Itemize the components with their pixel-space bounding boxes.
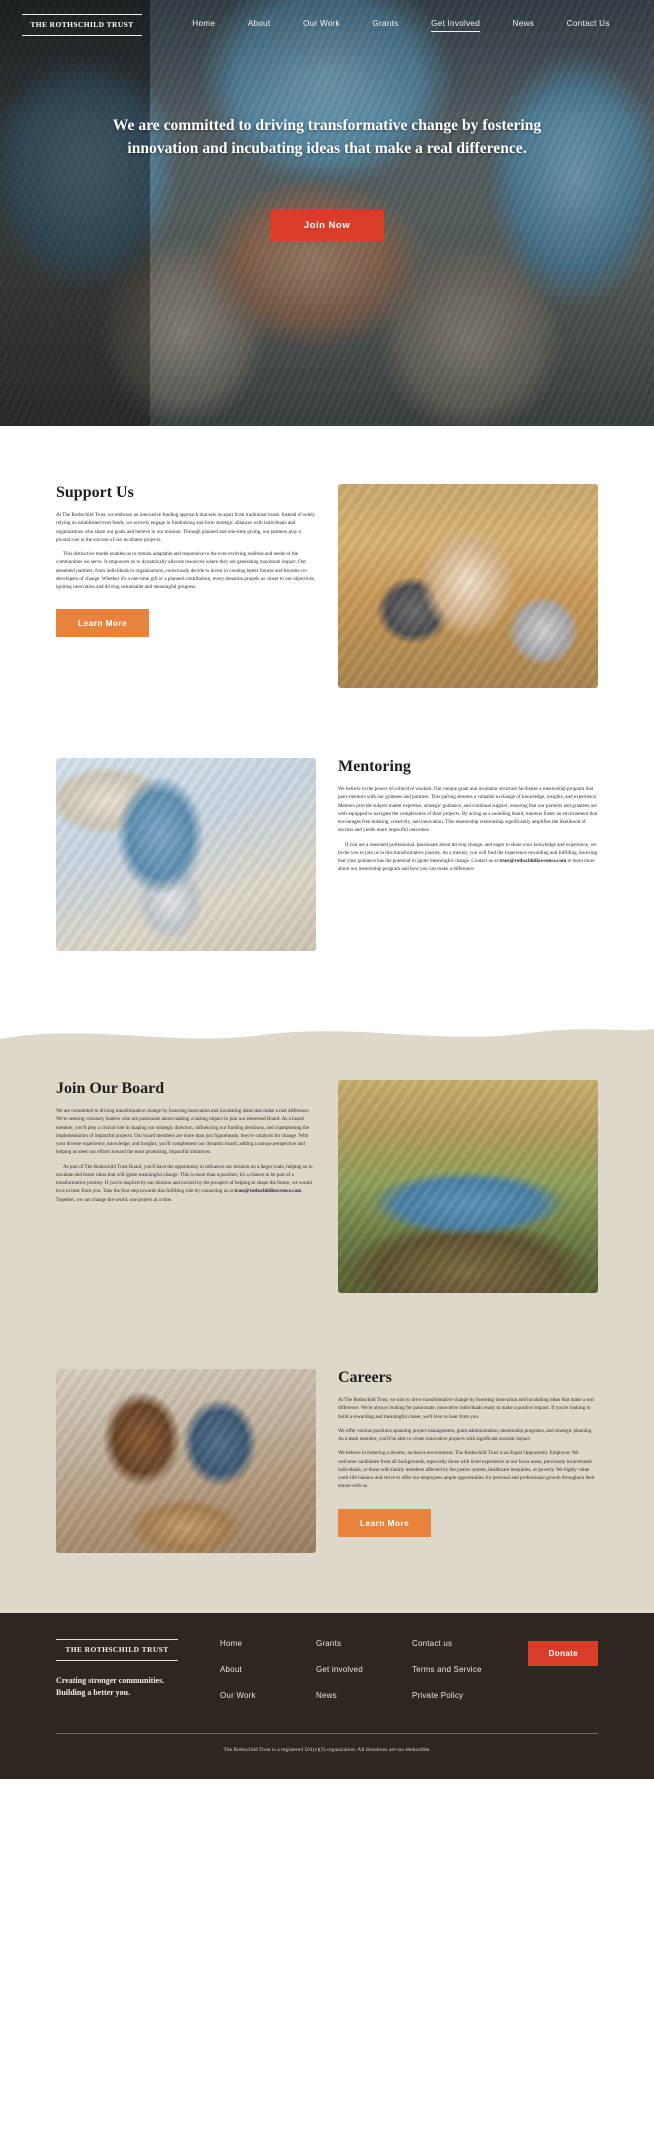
mentoring-row: Mentoring We believe in the power of col… <box>0 758 654 951</box>
support-us-row: Support Us At The Rothschild Trust, we e… <box>0 484 654 688</box>
footer-link-terms-and-service[interactable]: Terms and Service <box>412 1665 508 1674</box>
footer-brand: THE ROTHSCHILD TRUST Creating stronger c… <box>56 1639 206 1699</box>
support-us-paragraph-1: At The Rothschild Trust, we embrace an i… <box>56 512 316 543</box>
hero-copy: We are committed to driving transformati… <box>0 114 654 242</box>
support-learn-more-button[interactable]: Learn More <box>56 609 150 638</box>
mentoring-text-column: Mentoring We believe in the power of col… <box>338 758 598 880</box>
careers-learn-more-button[interactable]: Learn More <box>338 1508 432 1537</box>
board-paragraph-2: As part of The Rothschild Trust Board, y… <box>56 1163 316 1204</box>
hero-headline: We are committed to driving transformati… <box>112 117 542 158</box>
footer-tagline-line-2: Building a better you. <box>56 1688 131 1697</box>
careers-paragraph-1: At The Rothschild Trust, we aim to drive… <box>338 1397 594 1420</box>
footer-donate-wrap: Donate <box>508 1639 598 1666</box>
nav-item-news[interactable]: News <box>513 19 534 32</box>
hero-section: THE ROTHSCHILD TRUST Home About Our Work… <box>0 0 654 426</box>
main-navigation: THE ROTHSCHILD TRUST Home About Our Work… <box>0 0 654 36</box>
hero-cta-wrap: Join Now <box>78 210 576 242</box>
mentoring-image-column <box>56 758 316 951</box>
team-walking-outdoors-photo <box>338 1080 598 1293</box>
nav-links: Home About Our Work Grants Get Involved … <box>142 19 632 32</box>
join-our-board-image-column <box>338 1080 598 1293</box>
support-us-image-column <box>338 484 598 688</box>
nav-item-our-work[interactable]: Our Work <box>303 19 340 32</box>
footer-link-contact-us[interactable]: Contact us <box>412 1639 508 1648</box>
nav-item-contact-us[interactable]: Contact Us <box>567 19 610 32</box>
careers-body: At The Rothschild Trust, we aim to drive… <box>338 1396 598 1491</box>
nav-item-get-involved[interactable]: Get Involved <box>431 19 481 32</box>
wave-divider-top <box>0 1021 654 1047</box>
footer-legal-text: The Rothschild Trust is a registered 501… <box>223 1747 431 1753</box>
support-us-text-column: Support Us At The Rothschild Trust, we e… <box>56 484 316 638</box>
support-us-paragraph-2: This distinctive model enables us to rem… <box>56 551 316 590</box>
nav-item-grants[interactable]: Grants <box>372 19 398 32</box>
mentor-and-student-photo <box>56 758 316 951</box>
careers-paragraph-3: We believe in fostering a diverse, inclu… <box>338 1450 595 1490</box>
donate-button[interactable]: Donate <box>528 1641 598 1666</box>
mentoring-section: Mentoring We believe in the power of col… <box>0 688 654 1021</box>
site-footer: THE ROTHSCHILD TRUST Creating stronger c… <box>0 1613 654 1779</box>
footer-link-grants[interactable]: Grants <box>316 1639 412 1648</box>
footer-logo[interactable]: THE ROTHSCHILD TRUST <box>56 1639 178 1661</box>
join-now-button[interactable]: Join Now <box>269 210 385 242</box>
careers-text-column: Careers At The Rothschild Trust, we aim … <box>338 1369 598 1537</box>
join-our-board-title: Join Our Board <box>56 1080 165 1097</box>
mentoring-body: We believe in the power of collective wi… <box>338 785 598 874</box>
footer-logo-text: THE ROTHSCHILD TRUST <box>65 1645 169 1654</box>
careers-row: Careers At The Rothschild Trust, we aim … <box>0 1369 654 1553</box>
footer-link-our-work[interactable]: Our Work <box>220 1691 316 1700</box>
footer-column-3: Contact us Terms and Service Private Pol… <box>412 1639 508 1717</box>
footer-link-get-involved[interactable]: Get involved <box>316 1665 412 1674</box>
footer-tagline: Creating stronger communities. Building … <box>56 1675 206 1699</box>
site-logo[interactable]: THE ROTHSCHILD TRUST <box>22 14 142 36</box>
mentoring-contact-email[interactable]: trust@rothschildlawrence.com <box>499 858 566 864</box>
site-logo-text: THE ROTHSCHILD TRUST <box>30 20 134 29</box>
join-our-board-row: Join Our Board We are committed to drivi… <box>0 1080 654 1293</box>
footer-column-1: Home About Our Work <box>220 1639 316 1717</box>
footer-link-private-policy[interactable]: Private Policy <box>412 1691 508 1700</box>
careers-image-column <box>56 1369 316 1553</box>
footer-link-about[interactable]: About <box>220 1665 316 1674</box>
footer-tagline-line-1: Creating stronger communities. <box>56 1676 165 1685</box>
footer-link-news[interactable]: News <box>316 1691 412 1700</box>
join-our-board-text-column: Join Our Board We are committed to drivi… <box>56 1080 316 1210</box>
footer-link-home[interactable]: Home <box>220 1639 316 1648</box>
mentoring-title: Mentoring <box>338 758 411 775</box>
careers-paragraph-2: We offer various positions spanning proj… <box>338 1427 593 1442</box>
support-us-body: At The Rothschild Trust, we embrace an i… <box>56 511 316 591</box>
careers-title: Careers <box>338 1369 392 1386</box>
mentoring-paragraph-1: We believe in the power of collective wi… <box>338 786 598 834</box>
nav-item-home[interactable]: Home <box>192 19 215 32</box>
nav-item-about[interactable]: About <box>248 19 271 32</box>
support-us-section: Support Us At The Rothschild Trust, we e… <box>0 426 654 688</box>
board-paragraph-1: We are committed to driving transformati… <box>56 1108 310 1156</box>
join-our-board-section: Join Our Board We are committed to drivi… <box>0 1021 654 1613</box>
footer-grid: THE ROTHSCHILD TRUST Creating stronger c… <box>56 1639 598 1717</box>
careers-section: Careers At The Rothschild Trust, we aim … <box>0 1333 654 1613</box>
mentoring-paragraph-2: If you are a seasoned professional, pass… <box>338 841 598 874</box>
footer-column-2: Grants Get involved News <box>316 1639 412 1717</box>
volunteers-packing-boxes-photo <box>56 1369 316 1553</box>
footer-link-columns: Home About Our Work Grants Get involved … <box>206 1639 508 1717</box>
board-contact-email[interactable]: trust@rothschildlawrence.com <box>234 1188 301 1194</box>
support-us-title: Support Us <box>56 484 134 501</box>
volunteer-serving-food-photo <box>338 484 598 688</box>
join-our-board-body: We are committed to driving transformati… <box>56 1107 316 1204</box>
